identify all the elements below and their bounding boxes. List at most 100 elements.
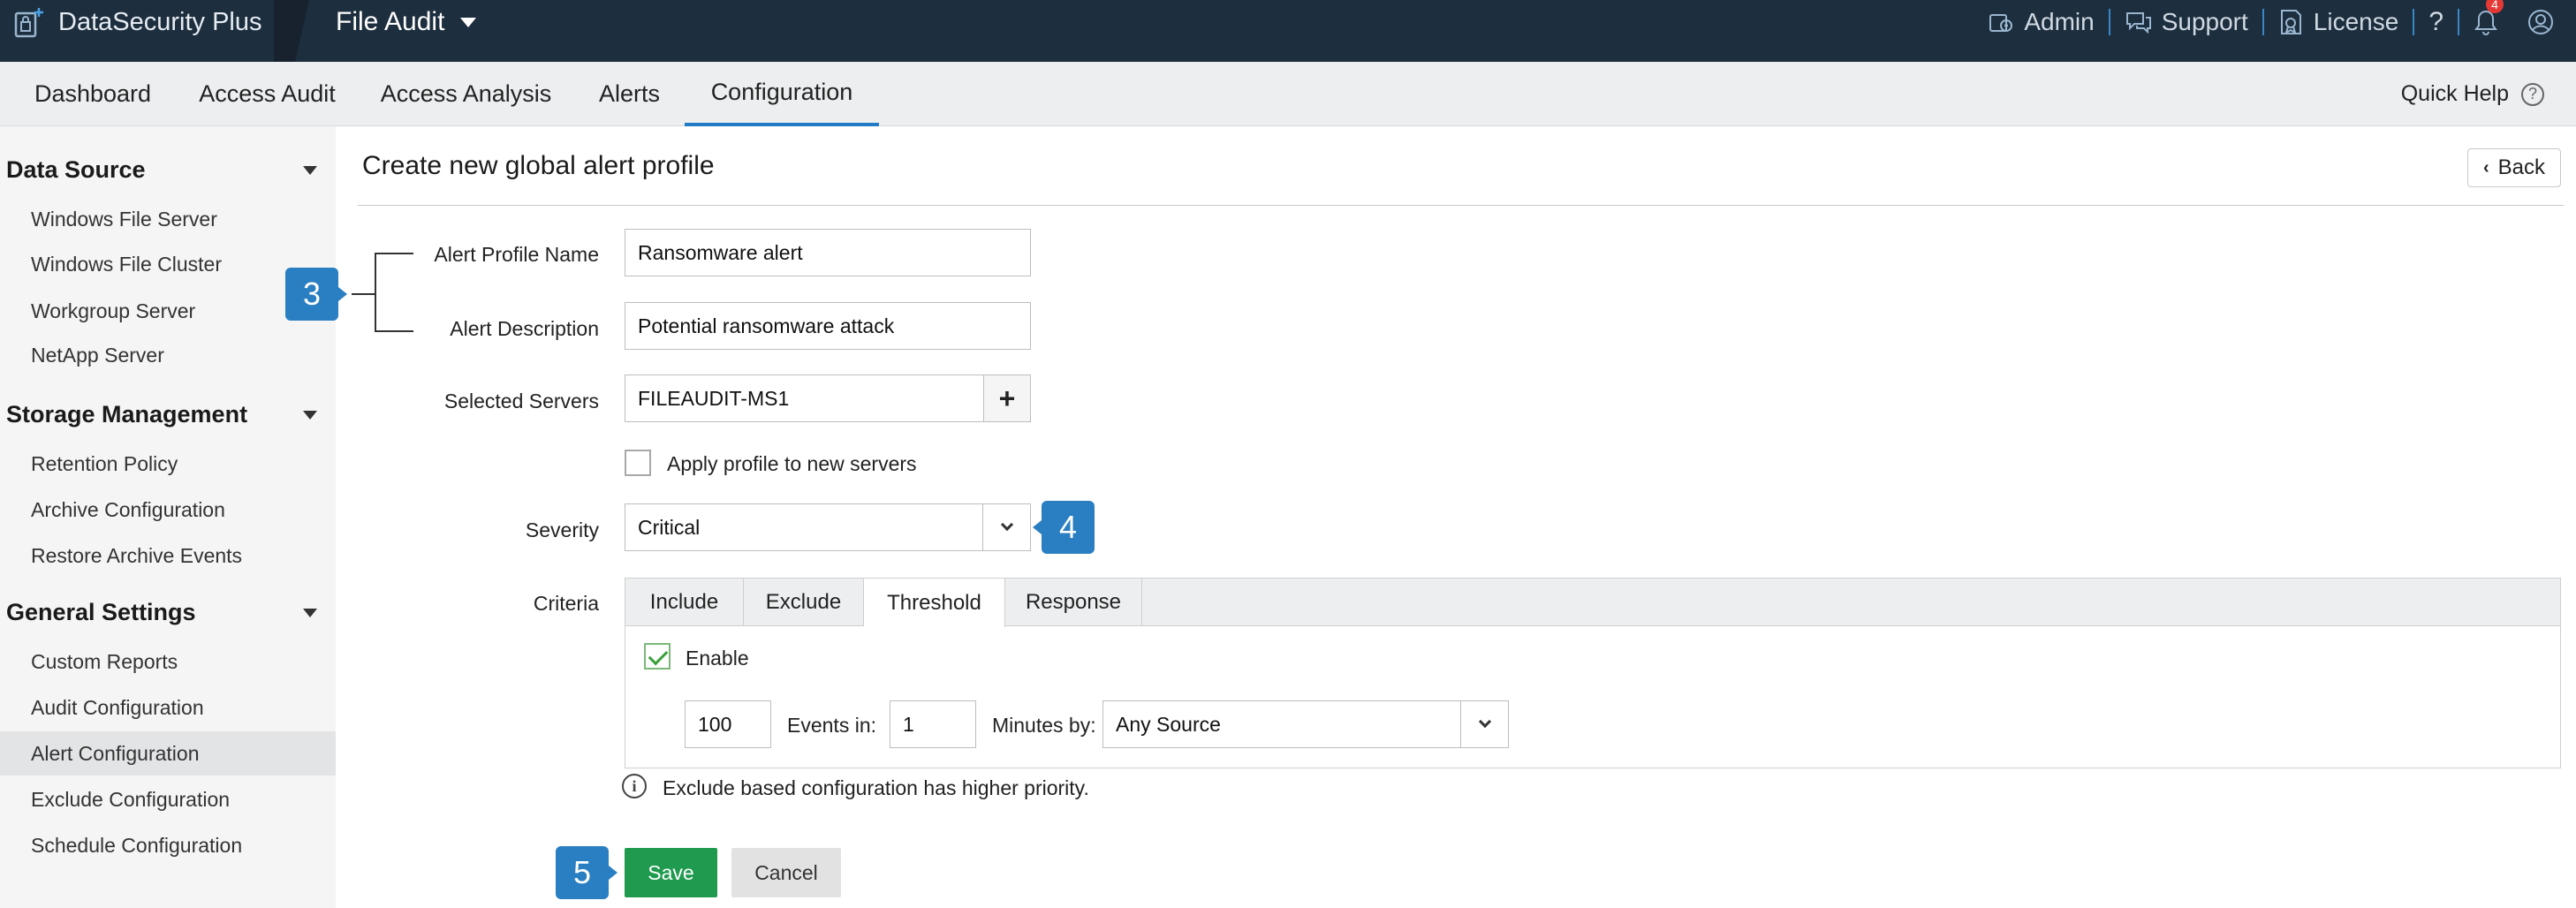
description-input[interactable]: Potential ransomware attack: [625, 302, 1031, 350]
license-link[interactable]: License: [2278, 8, 2399, 36]
user-avatar-icon: [2528, 10, 2553, 34]
product-switcher[interactable]: File Audit: [336, 0, 477, 44]
support-link[interactable]: Support: [2125, 8, 2248, 36]
top-right-links: Admin Support License ? 4: [1987, 0, 2564, 44]
tab-response[interactable]: Response: [1005, 579, 1142, 626]
callout-number: 3: [302, 276, 322, 312]
help-icon: ?: [2428, 7, 2443, 36]
profile-name-input[interactable]: Ransomware alert: [625, 229, 1031, 276]
sidebar-item-restore-archive-events[interactable]: Restore Archive Events: [0, 533, 336, 578]
chevron-down-icon: [460, 17, 477, 27]
support-label: Support: [2161, 8, 2248, 35]
quick-help-link[interactable]: Quick Help ?: [2401, 62, 2544, 126]
sidebar-section-storage-management[interactable]: Storage Management: [6, 401, 324, 428]
severity-value: Critical: [638, 515, 701, 539]
back-label: Back: [2497, 155, 2546, 179]
chevron-down-icon: [1460, 701, 1508, 747]
events-in-label: Events in:: [787, 714, 876, 737]
admin-icon: [1989, 14, 2013, 32]
page-title: Create new global alert profile: [362, 151, 715, 180]
brand-separator: [274, 0, 309, 62]
chat-icon: [2125, 12, 2151, 34]
enable-threshold-checkbox[interactable]: [644, 643, 671, 670]
severity-select[interactable]: Critical: [625, 503, 1031, 551]
sidebar: Data Source Windows File Server Windows …: [0, 126, 336, 908]
apply-new-servers-label: Apply profile to new servers: [667, 452, 917, 475]
servers-input[interactable]: FILEAUDIT-MS1: [625, 375, 984, 422]
callout-number: 4: [1058, 509, 1078, 545]
profile-name-label: Alert Profile Name: [434, 243, 599, 266]
help-link[interactable]: ?: [2428, 7, 2443, 37]
license-label: License: [2313, 8, 2399, 35]
minutes-input[interactable]: 1: [890, 700, 976, 748]
brand[interactable]: DataSecurity Plus: [12, 0, 262, 44]
criteria-label: Criteria: [533, 592, 599, 615]
sidebar-item-retention-policy[interactable]: Retention Policy: [0, 442, 336, 486]
divider: [2262, 9, 2264, 35]
minutes-by-label: Minutes by:: [992, 714, 1096, 737]
criteria-tabs: Include Exclude Threshold Response: [625, 579, 2560, 627]
sidebar-item-audit-configuration[interactable]: Audit Configuration: [0, 685, 336, 730]
chevron-left-icon: ‹: [2482, 157, 2489, 178]
sidebar-item-alert-configuration[interactable]: Alert Configuration: [0, 731, 336, 776]
tab-include[interactable]: Include: [625, 579, 744, 626]
section-title: Data Source: [6, 156, 146, 183]
source-select[interactable]: Any Source: [1102, 700, 1509, 748]
brand-name: DataSecurity Plus: [58, 7, 262, 36]
chevron-down-icon: [982, 504, 1030, 550]
description-label: Alert Description: [450, 317, 599, 340]
datasecurity-logo-icon: [14, 8, 43, 38]
notifications-button[interactable]: 4: [2474, 0, 2507, 36]
caret-down-icon: [303, 608, 317, 617]
sidebar-item-custom-reports[interactable]: Custom Reports: [0, 639, 336, 684]
servers-label: Selected Servers: [443, 390, 599, 412]
back-button[interactable]: ‹ Back: [2467, 148, 2561, 187]
callout-marker-5: 5: [556, 846, 617, 899]
callout-number: 5: [572, 854, 592, 890]
product-name: File Audit: [336, 7, 445, 36]
callout-bracket: [352, 253, 413, 332]
tab-configuration[interactable]: Configuration: [685, 62, 879, 126]
notification-badge: 4: [2486, 0, 2504, 13]
tab-access-analysis[interactable]: Access Analysis: [371, 62, 561, 126]
main-nav: Dashboard Access Audit Access Analysis A…: [0, 62, 2576, 126]
divider: [2108, 9, 2110, 35]
tab-exclude[interactable]: Exclude: [744, 579, 864, 626]
divider: [2413, 9, 2415, 35]
sidebar-item-schedule-configuration[interactable]: Schedule Configuration: [0, 823, 336, 867]
sidebar-section-general-settings[interactable]: General Settings: [6, 599, 324, 626]
top-bar: DataSecurity Plus File Audit Admin Suppo…: [0, 0, 2576, 62]
admin-label: Admin: [2024, 8, 2095, 35]
caret-down-icon: [303, 410, 317, 420]
plus-icon: +: [998, 382, 1016, 414]
save-button[interactable]: Save: [625, 848, 717, 897]
tab-threshold[interactable]: Threshold: [864, 579, 1005, 627]
license-icon: [2280, 10, 2301, 35]
priority-note: Exclude based configuration has higher p…: [663, 776, 1089, 799]
section-title: Storage Management: [6, 401, 248, 428]
criteria-panel: Include Exclude Threshold Response Enabl…: [625, 578, 2561, 768]
callout-marker-4: 4: [1033, 501, 1095, 554]
callout-marker-3: 3: [285, 268, 347, 321]
enable-label: Enable: [686, 647, 749, 670]
sidebar-item-exclude-configuration[interactable]: Exclude Configuration: [0, 777, 336, 821]
add-server-button[interactable]: +: [983, 375, 1031, 422]
sidebar-item-archive-configuration[interactable]: Archive Configuration: [0, 488, 336, 532]
section-title: General Settings: [6, 599, 196, 625]
sidebar-section-data-source[interactable]: Data Source: [6, 156, 324, 184]
caret-down-icon: [303, 165, 317, 175]
admin-link[interactable]: Admin: [1987, 8, 2095, 36]
user-menu[interactable]: [2527, 8, 2564, 36]
title-divider: [358, 205, 2564, 206]
question-circle-icon: ?: [2521, 82, 2544, 106]
tab-access-audit[interactable]: Access Audit: [186, 62, 349, 126]
tab-dashboard[interactable]: Dashboard: [18, 62, 168, 126]
tab-alerts[interactable]: Alerts: [579, 62, 680, 126]
cancel-button[interactable]: Cancel: [731, 848, 841, 897]
apply-new-servers-checkbox[interactable]: [625, 450, 651, 476]
quick-help-label: Quick Help: [2400, 81, 2509, 106]
divider: [2458, 9, 2459, 35]
event-count-input[interactable]: 100: [685, 700, 771, 748]
sidebar-item-windows-file-server[interactable]: Windows File Server: [0, 197, 336, 241]
sidebar-item-netapp-server[interactable]: NetApp Server: [0, 333, 336, 377]
